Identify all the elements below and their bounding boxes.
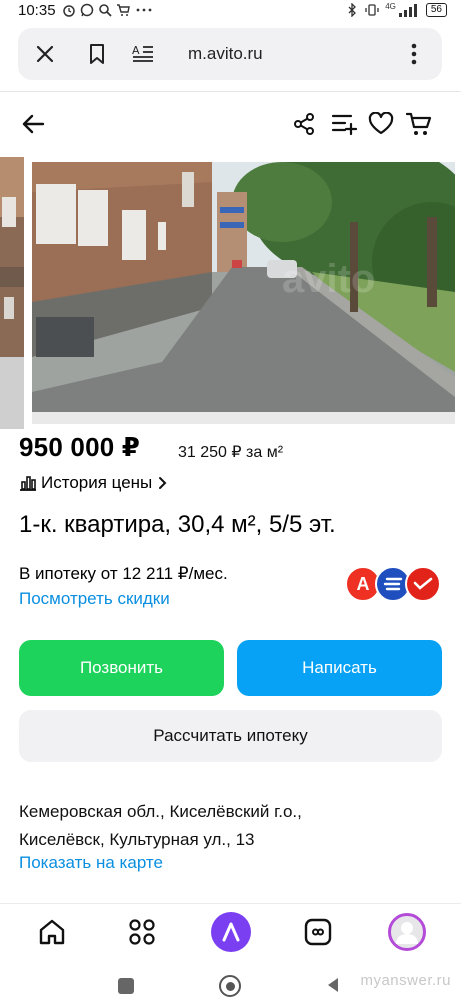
shopping-cart-icon <box>116 3 130 17</box>
home-icon[interactable] <box>34 914 70 950</box>
write-message-button[interactable]: Написать <box>237 640 442 696</box>
address: Кемеровская обл., Киселёвский г.о., Кисе… <box>19 798 439 854</box>
listing-title: 1-к. квартира, 30,4 м², 5/5 эт. <box>19 511 336 538</box>
address-line-2: Киселёвск, Культурная ул., 13 <box>19 830 255 849</box>
price-chart-icon <box>19 475 37 491</box>
view-discounts-link[interactable]: Посмотреть скидки <box>19 589 170 609</box>
price: 950 000 ₽ <box>19 432 141 462</box>
price-history-label: История цены <box>41 473 153 492</box>
reader-mode-icon[interactable]: A <box>130 41 156 67</box>
share-icon[interactable] <box>290 110 318 138</box>
bank-logos[interactable]: А <box>345 566 441 602</box>
status-time: 10:35 <box>18 2 56 19</box>
divider <box>0 91 461 92</box>
status-system-icons: 4G 56 <box>345 1 447 17</box>
svg-text:A: A <box>132 44 140 57</box>
calculate-mortgage-button[interactable]: Рассчитать ипотеку <box>19 710 442 762</box>
alice-assistant-icon[interactable] <box>211 912 251 952</box>
show-on-map-link[interactable]: Показать на карте <box>19 853 163 873</box>
signal-icon <box>398 3 420 17</box>
bluetooth-icon <box>345 3 359 17</box>
browser-address-bar: A m.avito.ru <box>18 28 442 80</box>
address-line-1: Кемеровская обл., Киселёвский г.о., <box>19 802 302 821</box>
network-type: 4G <box>385 1 396 11</box>
price-per-sqm: 31 250 ₽ за м² <box>178 444 284 461</box>
mortgage-offer-text: В ипотеку от 12 211 ₽/мес. <box>19 564 228 583</box>
bank-logo-check-icon <box>405 566 441 602</box>
bottom-navigation <box>0 903 461 963</box>
chevron-right-icon <box>158 476 167 490</box>
home-button-icon[interactable] <box>219 975 241 997</box>
photo-gallery[interactable]: avito <box>0 157 461 429</box>
services-grid-icon[interactable] <box>124 914 160 950</box>
call-button[interactable]: Позвонить <box>19 640 224 696</box>
main-photo[interactable]: avito <box>32 162 455 424</box>
back-triangle-icon[interactable] <box>325 976 341 994</box>
status-notification-icons <box>62 3 154 17</box>
listing-header <box>0 100 461 148</box>
recent-apps-icon[interactable] <box>118 978 134 994</box>
whatsapp-icon <box>80 3 94 17</box>
bookmark-icon[interactable] <box>84 41 110 67</box>
url-field[interactable]: m.avito.ru <box>188 44 263 64</box>
back-arrow-icon[interactable] <box>19 110 47 138</box>
compare-icon[interactable] <box>330 110 358 138</box>
battery-indicator: 56 <box>425 3 447 17</box>
messenger-icon[interactable] <box>300 914 336 950</box>
more-notifications-icon <box>134 3 154 17</box>
close-icon[interactable] <box>32 41 58 67</box>
site-watermark: myanswer.ru <box>360 972 451 989</box>
profile-avatar-icon[interactable] <box>388 913 426 951</box>
alarm-icon <box>62 3 76 17</box>
status-bar: 10:35 4G 56 <box>0 0 461 24</box>
vibrate-icon <box>365 3 379 17</box>
more-vertical-icon[interactable] <box>401 41 427 67</box>
gallery-watermark: avito <box>282 257 375 301</box>
previous-photo[interactable] <box>0 157 24 429</box>
favorite-heart-icon[interactable] <box>367 110 395 138</box>
search-icon <box>98 3 112 17</box>
price-history-link[interactable]: История цены <box>19 473 167 493</box>
cart-icon[interactable] <box>405 110 433 138</box>
